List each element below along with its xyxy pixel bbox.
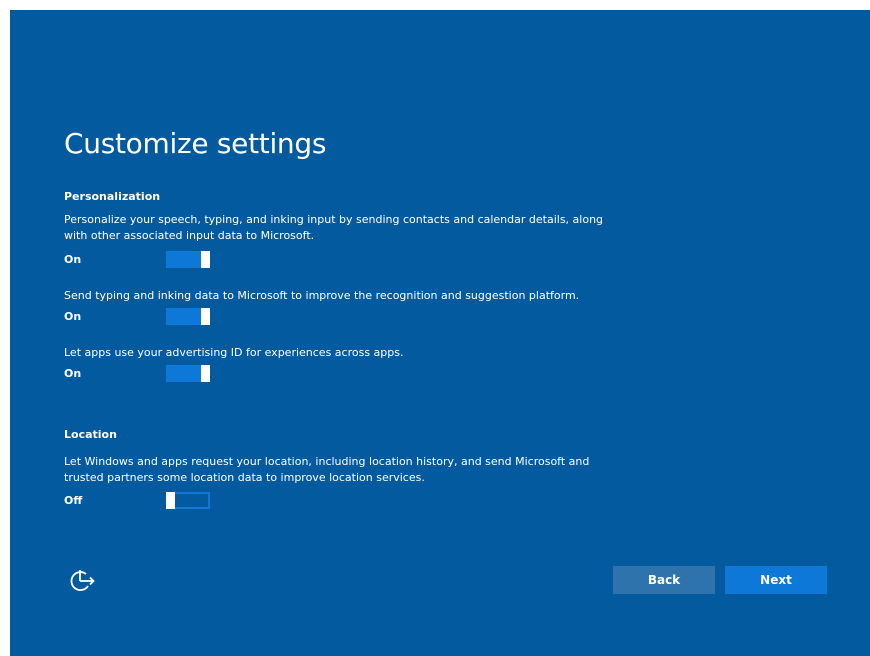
- advertising-id-description: Let apps use your advertising ID for exp…: [64, 346, 404, 359]
- toggle-knob: [166, 492, 175, 509]
- location-state: Off: [64, 494, 83, 507]
- speech-typing-inking-description: Personalize your speech, typing, and ink…: [64, 213, 604, 242]
- back-button[interactable]: Back: [613, 566, 715, 594]
- speech-typing-inking-toggle[interactable]: [166, 251, 210, 268]
- toggle-knob: [201, 251, 210, 268]
- personalization-heading: Personalization: [64, 190, 161, 203]
- ease-of-access-icon[interactable]: [66, 566, 96, 596]
- toggle-knob: [201, 308, 210, 325]
- typing-data-state: On: [64, 310, 82, 323]
- setup-screen: Customize settings Personalization Perso…: [10, 10, 870, 656]
- speech-typing-inking-state: On: [64, 253, 82, 266]
- next-button[interactable]: Next: [725, 566, 827, 594]
- toggle-knob: [201, 365, 210, 382]
- advertising-id-state: On: [64, 367, 82, 380]
- location-toggle[interactable]: [166, 492, 210, 509]
- typing-data-toggle[interactable]: [166, 308, 210, 325]
- page-title: Customize settings: [64, 127, 327, 160]
- location-description: Let Windows and apps request your locati…: [64, 455, 590, 484]
- advertising-id-toggle-row: On: [64, 365, 264, 383]
- typing-data-description: Send typing and inking data to Microsoft…: [64, 289, 580, 302]
- typing-data-toggle-row: On: [64, 308, 264, 326]
- advertising-id-toggle[interactable]: [166, 365, 210, 382]
- location-toggle-row: Off: [64, 492, 264, 510]
- speech-typing-inking-toggle-row: On: [64, 251, 264, 269]
- location-heading: Location: [64, 428, 117, 441]
